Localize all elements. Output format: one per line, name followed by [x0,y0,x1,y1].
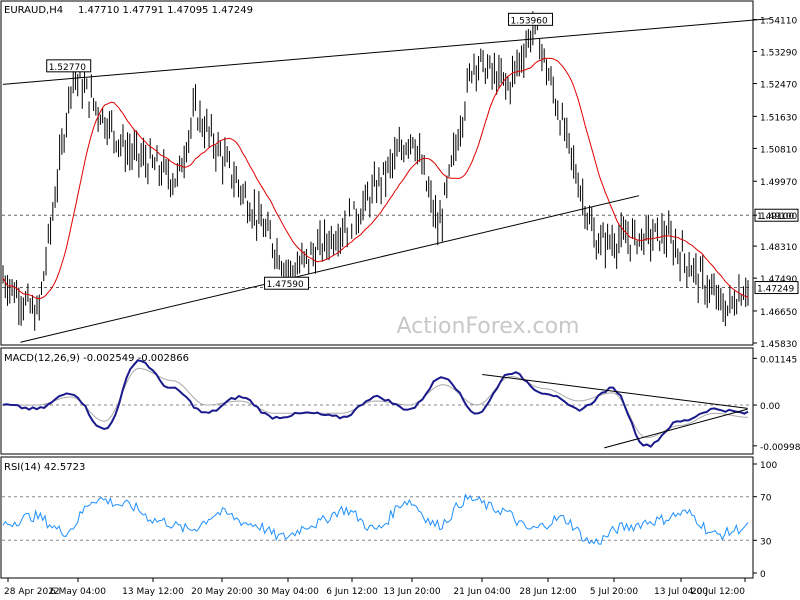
time-tick-label: 21 Jun 04:00 [453,587,510,597]
rsi-tick-label: 0 [760,570,766,580]
time-tick-label: 30 May 04:00 [257,587,319,597]
swing-label-text: 1.47590 [267,280,304,290]
price-tick-label: 1.53290 [760,49,797,59]
price-tick-label: 1.49970 [760,178,797,188]
time-tick-label: 28 Jun 12:00 [519,587,576,597]
price-tick-label: 1.47490 [760,275,797,285]
swing-label-text: 1.52770 [49,63,86,73]
time-tick-label: 13 Jun 20:00 [383,587,440,597]
price-tick-label: 1.52470 [760,81,797,91]
macd-title: MACD(12,26,9) -0.002549 -0.002866 [4,353,189,364]
rsi-title: RSI(14) 42.5723 [4,462,85,473]
macd-tick-label: 0.01145 [760,355,797,365]
time-tick-label: 13 May 12:00 [122,587,184,597]
rsi-tick-label: 100 [760,461,777,471]
watermark: ActionForex.com [397,314,580,339]
time-tick-label: 5 Jul 20:00 [590,587,639,597]
swing-label-text: 1.53960 [511,16,548,26]
price-tick-label: 1.54110 [760,16,797,26]
macd-tick-label: -0.009985 [760,443,800,453]
price-tick-label: 1.49100 [760,212,797,222]
chart-background [0,0,800,600]
rsi-tick-label: 70 [760,494,772,504]
time-tick-label: 6 May 04:00 [50,587,106,597]
forex-chart: ActionForex.com EURAUD,H4 1.47710 1.4779… [0,0,800,600]
time-tick-label: 20 Jul 12:00 [691,587,745,597]
rsi-tick-label: 30 [760,537,772,547]
time-tick-label: 20 May 20:00 [191,587,253,597]
price-tick-label: 1.46650 [760,308,797,318]
time-tick-label: 6 Jun 12:00 [326,587,378,597]
price-tick-label: 1.45830 [760,340,797,350]
macd-tick-label: 0.00 [760,402,780,412]
price-badge-label: 1.47249 [757,285,794,295]
price-tick-label: 1.50810 [760,145,797,155]
price-tick-label: 1.48310 [760,243,797,253]
chart-symbol: EURAUD,H4 [4,5,63,16]
chart-ohlc: 1.47710 1.47791 1.47095 1.47249 [78,5,253,16]
price-tick-label: 1.51630 [760,113,797,123]
